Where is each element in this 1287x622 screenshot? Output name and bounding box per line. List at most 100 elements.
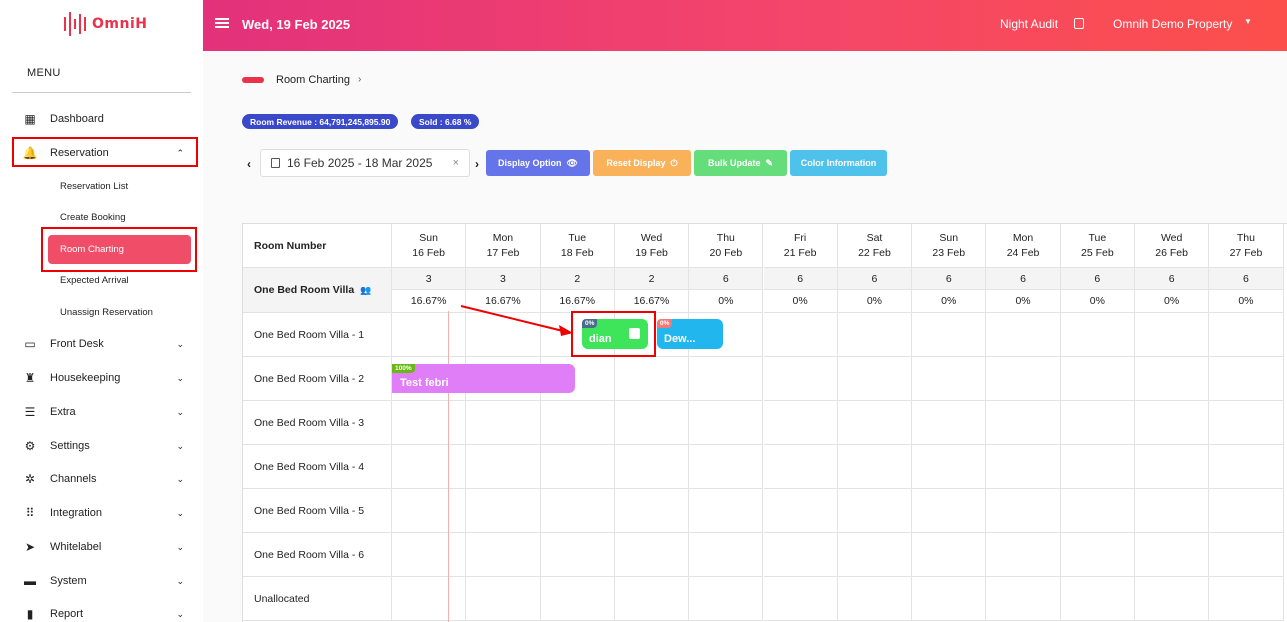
chart-cell[interactable] xyxy=(1209,489,1284,533)
chart-cell[interactable] xyxy=(912,445,987,489)
sidebar-item-extra[interactable]: ☰ Extra ⌄ xyxy=(12,397,196,427)
chart-cell[interactable] xyxy=(1209,357,1284,401)
chart-cell[interactable] xyxy=(912,577,987,621)
chart-cell[interactable] xyxy=(392,401,467,445)
sidebar-item-front-desk[interactable]: ▭ Front Desk ⌄ xyxy=(12,329,196,359)
chart-cell[interactable] xyxy=(540,489,615,533)
sidebar-item-settings[interactable]: ⚙ Settings ⌄ xyxy=(12,431,196,461)
chart-cell[interactable] xyxy=(466,489,541,533)
prev-range-button[interactable]: ‹ xyxy=(247,157,251,171)
sidebar-subitem-expected-arrival[interactable]: Expected Arrival xyxy=(60,275,129,286)
chart-cell[interactable] xyxy=(1209,401,1284,445)
caret-down-icon[interactable]: ▼ xyxy=(1244,17,1252,26)
chart-cell[interactable] xyxy=(540,533,615,577)
chart-cell[interactable] xyxy=(912,533,987,577)
chart-cell[interactable] xyxy=(689,401,764,445)
chart-cell[interactable] xyxy=(912,401,987,445)
chart-cell[interactable] xyxy=(1060,401,1135,445)
chart-cell[interactable] xyxy=(912,313,987,357)
date-range-picker[interactable]: 16 Feb 2025 - 18 Mar 2025 × xyxy=(260,149,470,177)
chart-cell[interactable] xyxy=(763,445,838,489)
chart-cell[interactable] xyxy=(1135,577,1210,621)
chart-cell[interactable] xyxy=(614,577,690,621)
breadcrumb[interactable]: Room Charting xyxy=(276,74,350,86)
chart-cell[interactable] xyxy=(614,357,690,401)
chart-cell[interactable] xyxy=(392,445,467,489)
chart-cell[interactable] xyxy=(1209,445,1284,489)
chart-cell[interactable] xyxy=(837,577,913,621)
chart-cell[interactable] xyxy=(1209,577,1284,621)
chart-cell[interactable] xyxy=(986,357,1061,401)
calendar-icon[interactable] xyxy=(1074,18,1084,29)
chart-cell[interactable] xyxy=(1060,357,1135,401)
chart-cell[interactable] xyxy=(837,533,913,577)
chart-cell[interactable] xyxy=(614,533,690,577)
sidebar-item-system[interactable]: ▬ System ⌄ xyxy=(12,566,196,596)
chart-cell[interactable] xyxy=(837,489,913,533)
chart-cell[interactable] xyxy=(763,357,838,401)
chart-cell[interactable] xyxy=(1060,577,1135,621)
chart-cell[interactable] xyxy=(466,577,541,621)
chart-cell[interactable] xyxy=(1135,533,1210,577)
chart-cell[interactable] xyxy=(466,533,541,577)
chart-cell[interactable] xyxy=(1209,313,1284,357)
chart-cell[interactable] xyxy=(466,401,541,445)
sidebar-subitem-create-booking[interactable]: Create Booking xyxy=(60,212,125,223)
chart-cell[interactable] xyxy=(540,401,615,445)
chart-cell[interactable] xyxy=(1060,445,1135,489)
property-selector[interactable]: Omnih Demo Property xyxy=(1113,17,1232,31)
chart-cell[interactable] xyxy=(763,313,838,357)
chart-cell[interactable] xyxy=(689,577,764,621)
chart-cell[interactable] xyxy=(1135,445,1210,489)
chart-cell[interactable] xyxy=(986,533,1061,577)
omnih-logo[interactable]: OmniH xyxy=(64,11,147,37)
sidebar-item-whitelabel[interactable]: ➤ Whitelabel ⌄ xyxy=(12,532,196,562)
chart-cell[interactable] xyxy=(614,445,690,489)
display-option-button[interactable]: Display Option 👁 xyxy=(486,150,590,176)
chart-cell[interactable] xyxy=(689,357,764,401)
chart-cell[interactable] xyxy=(540,445,615,489)
chart-cell[interactable] xyxy=(763,401,838,445)
chart-cell[interactable] xyxy=(763,533,838,577)
hamburger-menu-icon[interactable] xyxy=(215,18,229,28)
chart-cell[interactable] xyxy=(986,401,1061,445)
chart-cell[interactable] xyxy=(614,489,690,533)
booking-dew[interactable]: 0% Dew... xyxy=(657,319,723,349)
chart-cell[interactable] xyxy=(1060,313,1135,357)
chart-cell[interactable] xyxy=(763,489,838,533)
booking-test-febri[interactable]: 100% Test febri xyxy=(392,364,575,393)
sidebar-item-report[interactable]: ▮ Report ⌄ xyxy=(12,599,196,622)
chart-cell[interactable] xyxy=(986,489,1061,533)
sidebar-item-integration[interactable]: ⠿ Integration ⌄ xyxy=(12,498,196,528)
chart-cell[interactable] xyxy=(1209,533,1284,577)
sidebar-subitem-unassign-reservation[interactable]: Unassign Reservation xyxy=(60,307,153,318)
color-information-button[interactable]: Color Information xyxy=(790,150,887,176)
chart-cell[interactable] xyxy=(986,445,1061,489)
chart-cell[interactable] xyxy=(912,357,987,401)
chart-cell[interactable] xyxy=(689,445,764,489)
reset-display-button[interactable]: Reset Display ⏻ xyxy=(593,150,691,176)
chart-cell[interactable] xyxy=(986,313,1061,357)
sidebar-subitem-reservation-list[interactable]: Reservation List xyxy=(60,181,128,192)
bulk-update-button[interactable]: Bulk Update ✎ xyxy=(694,150,787,176)
chart-cell[interactable] xyxy=(466,445,541,489)
chart-cell[interactable] xyxy=(1135,489,1210,533)
chart-cell[interactable] xyxy=(392,533,467,577)
chart-cell[interactable] xyxy=(763,577,838,621)
clear-icon[interactable]: × xyxy=(453,157,459,169)
chart-cell[interactable] xyxy=(837,313,913,357)
sidebar-item-housekeeping[interactable]: ♜ Housekeeping ⌄ xyxy=(12,363,196,393)
sidebar-item-channels[interactable]: ✲ Channels ⌄ xyxy=(12,464,196,494)
chart-cell[interactable] xyxy=(1135,313,1210,357)
chart-cell[interactable] xyxy=(837,357,913,401)
chart-cell[interactable] xyxy=(1060,489,1135,533)
next-range-button[interactable]: › xyxy=(475,157,479,171)
chart-cell[interactable] xyxy=(540,577,615,621)
chart-cell[interactable] xyxy=(392,577,467,621)
sidebar-item-dashboard[interactable]: ▦ Dashboard xyxy=(12,104,196,134)
chart-cell[interactable] xyxy=(689,533,764,577)
chart-cell[interactable] xyxy=(837,401,913,445)
chart-cell[interactable] xyxy=(1135,401,1210,445)
chart-cell[interactable] xyxy=(837,445,913,489)
chart-cell[interactable] xyxy=(614,401,690,445)
